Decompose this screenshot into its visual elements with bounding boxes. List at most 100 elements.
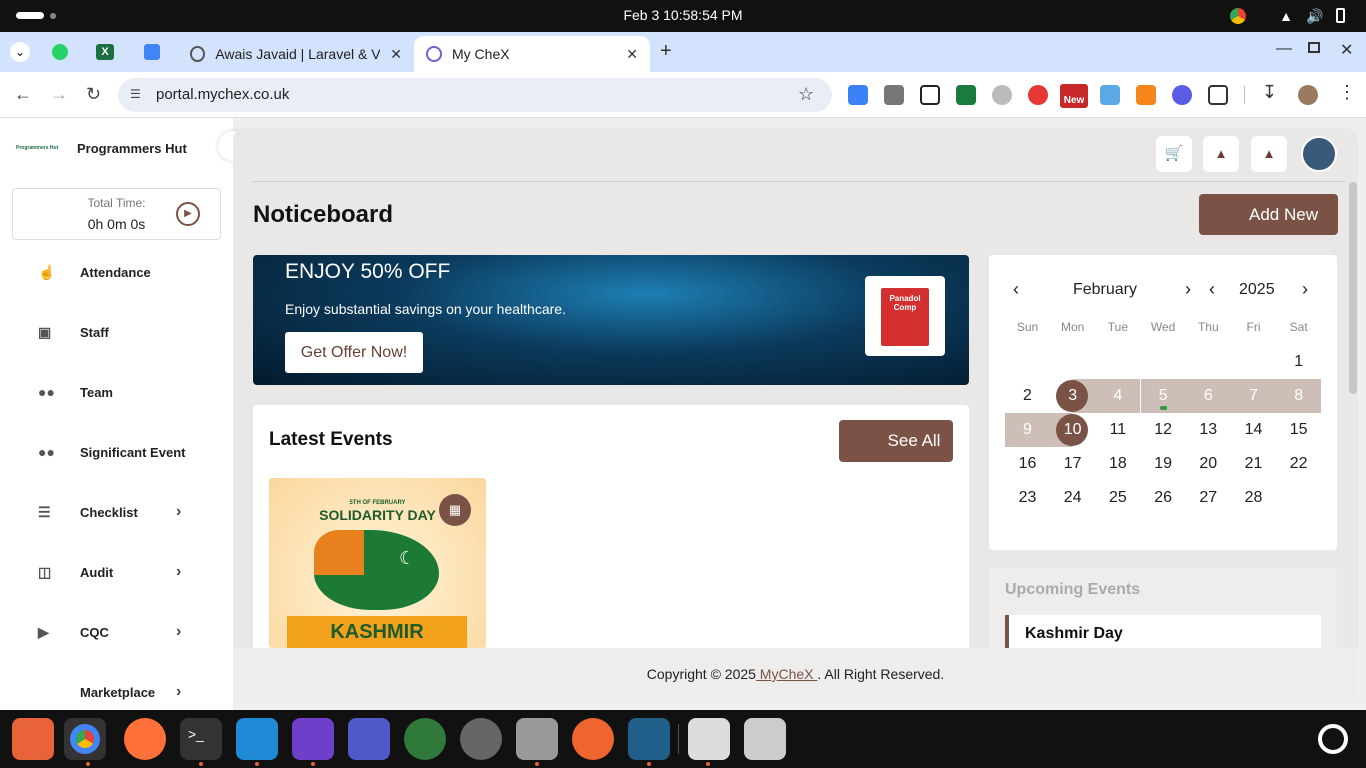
postman-icon[interactable]: [572, 718, 614, 760]
url-text[interactable]: portal.mychex.co.uk: [156, 86, 289, 103]
close-tab-icon[interactable]: ✕: [626, 46, 638, 63]
calendar-day[interactable]: 1: [1276, 345, 1321, 379]
calendar-day[interactable]: 28: [1231, 481, 1276, 515]
add-new-button[interactable]: Add New: [1199, 194, 1338, 235]
mysql-workbench-icon[interactable]: [628, 718, 670, 760]
trash-icon[interactable]: [744, 718, 786, 760]
menu-kebab-icon[interactable]: ⋮: [1338, 82, 1356, 103]
next-month-icon[interactable]: ›: [1185, 279, 1191, 300]
teams-icon[interactable]: [348, 718, 390, 760]
brand-link[interactable]: MyCheX: [756, 666, 817, 682]
user-avatar[interactable]: [1301, 136, 1337, 172]
show-apps-icon[interactable]: [1318, 724, 1348, 754]
sidebar-item-checklist[interactable]: ☰ Checklist ›: [0, 492, 233, 532]
calendar-day[interactable]: 23: [1005, 481, 1050, 515]
page-scrollbar[interactable]: [1349, 182, 1357, 394]
heidisql-icon[interactable]: [404, 718, 446, 760]
wifi-icon[interactable]: ▲: [1278, 8, 1294, 24]
calendar-day[interactable]: 10: [1050, 413, 1096, 447]
tab-search-icon[interactable]: ⌄: [10, 42, 30, 62]
extension-vue-icon[interactable]: [956, 85, 976, 105]
cart-icon[interactable]: 🛒: [1156, 136, 1192, 172]
bookmark-star-icon[interactable]: ☆: [798, 84, 814, 105]
calendar-day[interactable]: 7: [1231, 379, 1276, 413]
profile-avatar[interactable]: [1298, 85, 1318, 105]
extensions-puzzle-icon[interactable]: [1208, 85, 1228, 105]
calendar-day[interactable]: 20: [1186, 447, 1231, 481]
calendar-day[interactable]: 19: [1141, 447, 1186, 481]
address-bar[interactable]: ☰ portal.mychex.co.uk ☆: [118, 78, 832, 112]
docs-tab-icon[interactable]: [144, 44, 160, 60]
sidebar-item-marketplace[interactable]: Marketplace ›: [0, 672, 233, 712]
close-window-icon[interactable]: ✕: [1340, 40, 1353, 60]
calendar-day[interactable]: 4: [1095, 379, 1141, 413]
files-icon[interactable]: [516, 718, 558, 760]
calendar-day[interactable]: 22: [1276, 447, 1321, 481]
ubuntu-software-icon[interactable]: [12, 718, 54, 760]
extension-eye-icon[interactable]: [1028, 85, 1048, 105]
get-offer-button[interactable]: Get Offer Now!: [285, 332, 423, 373]
calendar-day[interactable]: 6: [1185, 379, 1231, 413]
calendar-day[interactable]: 2: [1005, 379, 1050, 413]
calendar-day[interactable]: 25: [1095, 481, 1140, 515]
document-viewer-icon[interactable]: [688, 718, 730, 760]
calendar-day[interactable]: 12: [1141, 413, 1186, 447]
chrome-tray-icon[interactable]: [1230, 8, 1246, 24]
bell-icon[interactable]: ▲: [1251, 136, 1287, 172]
calendar-day[interactable]: 5: [1140, 379, 1186, 413]
system-clock[interactable]: Feb 3 10:58:54 PM: [600, 7, 766, 23]
calendar-day[interactable]: 26: [1141, 481, 1186, 515]
calendar-day[interactable]: 17: [1050, 447, 1095, 481]
extension-x-icon[interactable]: [1100, 85, 1120, 105]
extension-c-icon[interactable]: [884, 85, 904, 105]
play-timer-icon[interactable]: ▶: [176, 202, 200, 226]
sidebar-item-cqc[interactable]: ▶ CQC ›: [0, 612, 233, 652]
calendar-day[interactable]: 16: [1005, 447, 1050, 481]
new-tab-icon[interactable]: +: [660, 40, 672, 63]
github-desktop-icon[interactable]: [292, 718, 334, 760]
extension-globe-icon[interactable]: [992, 85, 1012, 105]
notification-alert-icon[interactable]: ▲: [1203, 136, 1239, 172]
calendar-day[interactable]: 21: [1231, 447, 1276, 481]
metamask-icon[interactable]: [1136, 85, 1156, 105]
calendar-day[interactable]: 3: [1050, 379, 1096, 413]
tab-awais-javaid[interactable]: Awais Javaid | Laravel & V ✕: [178, 36, 414, 72]
minimize-icon[interactable]: —: [1276, 40, 1292, 58]
vscode-icon[interactable]: [236, 718, 278, 760]
prev-year-icon[interactable]: ‹: [1209, 279, 1215, 300]
see-all-button[interactable]: See All: [839, 420, 953, 462]
calendar-day[interactable]: 24: [1050, 481, 1095, 515]
sidebar-item-staff[interactable]: ▣ Staff: [0, 312, 233, 352]
next-year-icon[interactable]: ›: [1302, 279, 1308, 300]
chrome-app-icon[interactable]: [64, 718, 106, 760]
download-icon[interactable]: ↧: [1262, 82, 1277, 103]
calendar-day[interactable]: 27: [1186, 481, 1231, 515]
prev-month-icon[interactable]: ‹: [1013, 279, 1019, 300]
terminal-icon[interactable]: >_: [180, 718, 222, 760]
calendar-day[interactable]: 11: [1095, 413, 1140, 447]
event-card-image[interactable]: 5TH OF FEBRUARY SOLIDARITY DAY ☾ KASHMIR…: [269, 478, 486, 648]
activities-indicator[interactable]: [16, 12, 44, 19]
calendar-day[interactable]: 8: [1276, 379, 1322, 413]
forward-icon[interactable]: →: [50, 84, 68, 105]
extension-fi-icon[interactable]: [848, 85, 868, 105]
firefox-icon[interactable]: [124, 718, 166, 760]
extension-new-badge[interactable]: New: [1060, 84, 1088, 108]
sidebar-item-attendance[interactable]: ☝ Attendance: [0, 252, 233, 292]
app-center-icon[interactable]: [460, 718, 502, 760]
sidebar-item-audit[interactable]: ◫ Audit ›: [0, 552, 233, 592]
close-tab-icon[interactable]: ✕: [390, 46, 402, 63]
sidebar-item-significant-event[interactable]: ●● Significant Event: [0, 432, 233, 472]
calendar-day[interactable]: 18: [1095, 447, 1140, 481]
calendar-icon[interactable]: ▦: [439, 494, 471, 526]
volume-icon[interactable]: 🔊: [1306, 8, 1323, 24]
excel-tab-icon[interactable]: X: [96, 44, 114, 60]
battery-icon[interactable]: [1336, 8, 1345, 23]
calendar-year[interactable]: 2025: [1239, 281, 1275, 299]
calendar-day[interactable]: 14: [1231, 413, 1276, 447]
extension-gear-icon[interactable]: [1172, 85, 1192, 105]
back-icon[interactable]: ←: [14, 84, 32, 105]
restore-icon[interactable]: [1308, 42, 1320, 53]
picture-in-picture-icon[interactable]: [920, 85, 940, 105]
site-info-icon[interactable]: ☰: [130, 87, 146, 103]
